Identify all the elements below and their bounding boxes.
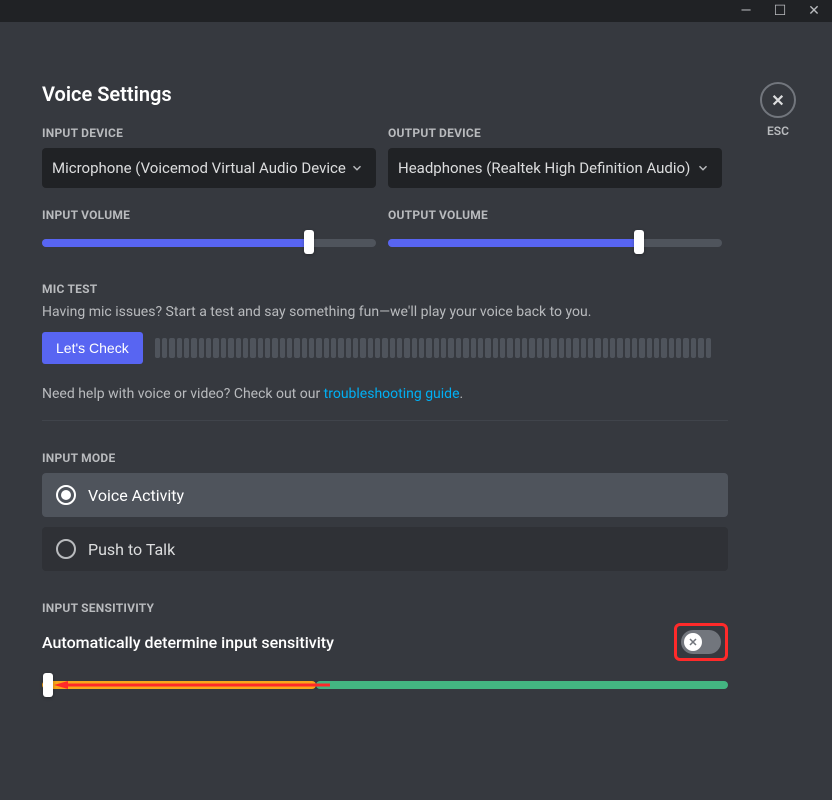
input-mode-label: INPUT MODE	[42, 451, 792, 465]
window-titlebar: — ☐ ✕	[0, 0, 832, 22]
section-divider	[42, 420, 728, 421]
radio-icon	[56, 485, 76, 505]
maximize-button[interactable]: ☐	[772, 4, 788, 18]
input-sensitivity-label: INPUT SENSITIVITY	[42, 601, 792, 615]
mic-test-label: MIC TEST	[42, 282, 792, 296]
input-volume-slider[interactable]	[42, 230, 376, 254]
help-suffix: .	[460, 386, 464, 402]
auto-sensitivity-toggle[interactable]: ✕	[681, 630, 721, 654]
auto-sensitivity-label: Automatically determine input sensitivit…	[42, 633, 334, 652]
toggle-off-icon: ✕	[684, 633, 702, 651]
mic-level-meter	[155, 338, 711, 358]
radio-label: Voice Activity	[88, 486, 184, 505]
input-device-value: Microphone (Voicemod Virtual Audio Devic…	[52, 159, 348, 177]
input-mode-radio-group: Voice Activity Push to Talk	[42, 473, 728, 571]
input-device-label: INPUT DEVICE	[42, 126, 376, 140]
radio-icon	[56, 539, 76, 559]
output-device-select[interactable]: Headphones (Realtek High Definition Audi…	[388, 148, 722, 188]
input-mode-option-1[interactable]: Push to Talk	[42, 527, 728, 571]
output-volume-label: OUTPUT VOLUME	[388, 208, 722, 222]
annotation-highlight: ✕	[674, 623, 728, 661]
input-mode-option-0[interactable]: Voice Activity	[42, 473, 728, 517]
sensitivity-thumb[interactable]	[43, 673, 53, 697]
settings-panel: ✕ ESC Voice Settings INPUT DEVICE Microp…	[0, 22, 832, 800]
input-device-select[interactable]: Microphone (Voicemod Virtual Audio Devic…	[42, 148, 376, 188]
chevron-down-icon	[694, 159, 712, 177]
radio-label: Push to Talk	[88, 540, 175, 559]
input-volume-label: INPUT VOLUME	[42, 208, 376, 222]
mic-test-button[interactable]: Let's Check	[42, 332, 143, 364]
chevron-down-icon	[348, 159, 366, 177]
esc-label: ESC	[760, 124, 796, 138]
output-volume-slider[interactable]	[388, 230, 722, 254]
window-close-button[interactable]: ✕	[806, 4, 822, 18]
help-text: Need help with voice or video? Check out…	[42, 386, 792, 402]
input-sensitivity-slider[interactable]	[42, 673, 728, 697]
help-prefix: Need help with voice or video? Check out…	[42, 386, 324, 402]
close-icon: ✕	[771, 91, 784, 110]
mic-test-description: Having mic issues? Start a test and say …	[42, 304, 792, 320]
output-device-value: Headphones (Realtek High Definition Audi…	[398, 159, 694, 177]
troubleshooting-link[interactable]: troubleshooting guide	[324, 386, 460, 402]
close-settings-button[interactable]: ✕ ESC	[760, 82, 796, 138]
output-device-label: OUTPUT DEVICE	[388, 126, 722, 140]
minimize-button[interactable]: —	[738, 4, 754, 18]
page-title: Voice Settings	[42, 82, 792, 106]
